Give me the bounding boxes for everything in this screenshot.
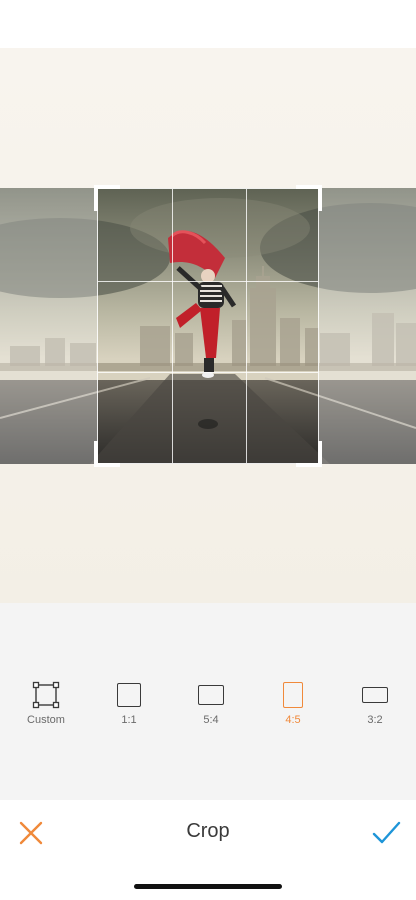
portrait-4-5-icon xyxy=(258,681,328,709)
grid-line xyxy=(98,281,318,282)
grid-line xyxy=(246,189,247,463)
grid-line xyxy=(98,372,318,373)
crop-handle-top-left[interactable] xyxy=(94,185,120,211)
ratio-label: Custom xyxy=(27,714,65,726)
crop-handle-top-right[interactable] xyxy=(296,185,322,211)
page-title: Crop xyxy=(186,820,230,842)
ratio-label: 5:4 xyxy=(203,714,219,726)
ratio-custom-button[interactable]: Custom xyxy=(11,681,81,726)
landscape-5-4-icon xyxy=(176,681,246,709)
ratio-4-5-button[interactable]: 4:5 xyxy=(258,681,328,726)
crop-handle-bottom-right[interactable] xyxy=(296,441,322,467)
crop-canvas[interactable] xyxy=(0,48,416,603)
crop-handle-bottom-left[interactable] xyxy=(94,441,120,467)
ratio-5-4-button[interactable]: 5:4 xyxy=(176,681,246,726)
grid-line xyxy=(172,189,173,463)
crop-mask-left xyxy=(0,188,97,464)
checkmark-icon xyxy=(372,821,401,844)
ratio-3-2-button[interactable]: 3:2 xyxy=(340,681,410,726)
ratio-label: 1:1 xyxy=(121,714,137,726)
ratio-1-1-button[interactable]: 1:1 xyxy=(94,681,164,726)
square-ratio-icon xyxy=(94,681,164,709)
crop-mask-right xyxy=(319,188,416,464)
ratio-label: 3:2 xyxy=(367,714,383,726)
confirm-button[interactable] xyxy=(370,818,402,848)
home-indicator xyxy=(134,884,282,889)
custom-crop-icon xyxy=(11,681,81,709)
ratio-label: 4:5 xyxy=(285,714,301,726)
landscape-3-2-icon xyxy=(340,681,410,709)
status-bar xyxy=(0,0,416,48)
crop-frame[interactable] xyxy=(94,185,322,467)
bottom-toolbar: Crop xyxy=(0,800,416,900)
aspect-ratio-panel: Custom 1:1 5:4 4:5 3:2 xyxy=(0,603,416,800)
